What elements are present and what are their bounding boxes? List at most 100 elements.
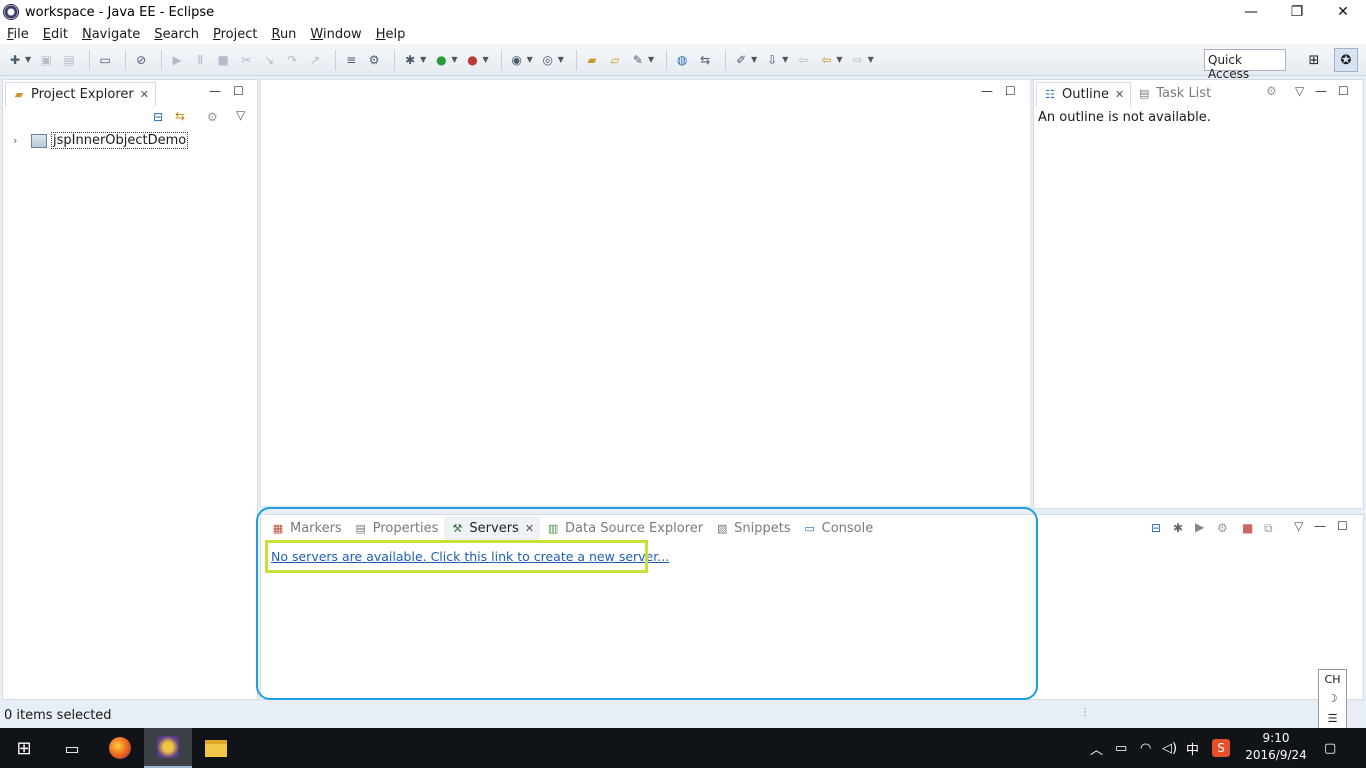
notifications-icon[interactable]: ▢ xyxy=(1324,728,1336,768)
tray-chevron-icon[interactable]: ︿ xyxy=(1090,728,1103,768)
close-button[interactable]: ✕ xyxy=(1320,0,1366,24)
open-console-icon[interactable]: ▭ xyxy=(96,51,114,69)
menu-window[interactable]: Window xyxy=(310,27,361,42)
start-server-icon[interactable]: ▶ xyxy=(1195,520,1204,534)
save-icon[interactable]: ▣ xyxy=(37,51,55,69)
sogou-icon[interactable]: S xyxy=(1212,728,1230,768)
new-icon[interactable]: ✚ xyxy=(6,51,24,69)
tab-outline[interactable]: ☷ Outline ✕ xyxy=(1036,82,1132,106)
prev-annotation-icon[interactable]: ⇩ xyxy=(763,51,781,69)
chevron-right-icon[interactable]: › xyxy=(13,134,25,147)
minimize-icon[interactable]: — xyxy=(981,84,993,98)
minimize-icon[interactable]: — xyxy=(1314,519,1326,533)
new-server-icon[interactable]: ◉ xyxy=(508,51,526,69)
minimize-icon[interactable]: — xyxy=(209,84,221,98)
open-type-icon[interactable]: ▱ xyxy=(606,51,624,69)
taskbar-eclipse[interactable] xyxy=(144,728,192,768)
step-return-icon[interactable]: ↗ xyxy=(306,51,324,69)
menu-run[interactable]: Run xyxy=(271,27,296,42)
ime-toolbar[interactable]: CH ☽ ☰ xyxy=(1318,669,1347,729)
step-into-icon[interactable]: ↘ xyxy=(260,51,278,69)
web-browser-icon[interactable]: ◍ xyxy=(673,51,691,69)
tab-task-list[interactable]: ▤ Task List xyxy=(1131,81,1217,105)
java-ee-perspective-icon[interactable]: ✪ xyxy=(1334,48,1358,72)
close-icon[interactable]: ✕ xyxy=(1115,88,1124,101)
open-perspective-icon[interactable]: ⊞ xyxy=(1302,48,1326,72)
view-menu-icon[interactable]: ▽ xyxy=(236,108,245,122)
server-icon[interactable]: ≡ xyxy=(342,51,360,69)
tab-project-explorer[interactable]: ▰ Project Explorer ✕ xyxy=(5,82,156,106)
minimize-button[interactable]: — xyxy=(1228,0,1274,24)
debug-icon[interactable]: ✱ xyxy=(401,51,419,69)
search-icon[interactable]: ✎ xyxy=(629,51,647,69)
taskbar-firefox[interactable] xyxy=(96,728,144,768)
link-with-editor-icon[interactable]: ⇆ xyxy=(175,109,185,123)
collapse-all-icon[interactable]: ⊟ xyxy=(1151,521,1161,535)
start-button[interactable]: ⊞ xyxy=(0,728,48,768)
resume-icon[interactable]: ▶ xyxy=(168,51,186,69)
maximize-icon[interactable]: ☐ xyxy=(1005,84,1016,98)
publish-server-icon[interactable]: ⧉ xyxy=(1264,521,1273,536)
volume-icon[interactable]: ◁) xyxy=(1162,728,1177,768)
terminate-icon[interactable]: ■ xyxy=(214,51,232,69)
new-java-class-icon[interactable]: ◎ xyxy=(539,51,557,69)
forward-dropdown-icon[interactable]: ▼ xyxy=(868,55,874,64)
search-dropdown-icon[interactable]: ▼ xyxy=(648,55,654,64)
battery-icon[interactable]: ▭ xyxy=(1115,728,1127,768)
run-icon[interactable]: ● xyxy=(432,51,450,69)
focus-icon[interactable]: ⚙ xyxy=(1266,84,1277,98)
annotation-icon[interactable]: ✐ xyxy=(732,51,750,69)
task-view-button[interactable]: ▭ xyxy=(48,728,96,768)
restore-button[interactable]: ❐ xyxy=(1274,0,1320,24)
publish-icon[interactable]: ⚙ xyxy=(365,51,383,69)
input-method-label[interactable]: 中 xyxy=(1186,728,1199,768)
editor-area[interactable]: — ☐ xyxy=(260,79,1031,507)
external-tools-icon[interactable]: ● xyxy=(463,51,481,69)
prev-annotation-dropdown-icon[interactable]: ▼ xyxy=(782,55,788,64)
run-dropdown-icon[interactable]: ▼ xyxy=(451,55,457,64)
maximize-icon[interactable]: ☐ xyxy=(1337,519,1348,533)
close-icon[interactable]: ✕ xyxy=(140,88,149,101)
disconnect-icon[interactable]: ✂ xyxy=(237,51,255,69)
debug-dropdown-icon[interactable]: ▼ xyxy=(420,55,426,64)
open-folder-icon[interactable]: ▰ xyxy=(583,51,601,69)
new-dropdown-icon[interactable]: ▼ xyxy=(25,55,31,64)
skip-breakpoints-icon[interactable]: ⊘ xyxy=(132,51,150,69)
ime-lang[interactable]: CH xyxy=(1325,673,1341,686)
save-all-icon[interactable]: ▤ xyxy=(60,51,78,69)
menu-edit[interactable]: Edit xyxy=(43,27,68,42)
stop-server-icon[interactable]: ■ xyxy=(1242,521,1253,535)
filter-icon[interactable]: ⚙ xyxy=(207,110,218,124)
view-menu-icon[interactable]: ▽ xyxy=(1295,84,1304,98)
new-server-dropdown-icon[interactable]: ▼ xyxy=(527,55,533,64)
last-edit-icon[interactable]: ⇦ xyxy=(794,51,812,69)
minimize-icon[interactable]: — xyxy=(1315,84,1327,98)
back-dropdown-icon[interactable]: ▼ xyxy=(836,55,842,64)
menu-help[interactable]: Help xyxy=(376,27,406,42)
debug-server-icon[interactable]: ✱ xyxy=(1173,521,1183,535)
annotation-dropdown-icon[interactable]: ▼ xyxy=(751,55,757,64)
view-menu-icon[interactable]: ▽ xyxy=(1294,519,1303,533)
menu-file[interactable]: File xyxy=(7,27,29,42)
moon-icon[interactable]: ☽ xyxy=(1328,692,1338,705)
suspend-icon[interactable]: Ⅱ xyxy=(191,51,209,69)
menu-navigate[interactable]: Navigate xyxy=(82,27,140,42)
back-icon[interactable]: ⇦ xyxy=(817,51,835,69)
menu-search[interactable]: Search xyxy=(154,27,199,42)
quick-access-input[interactable]: Quick Access xyxy=(1204,49,1286,81)
step-over-icon[interactable]: ↷ xyxy=(283,51,301,69)
menu-project[interactable]: Project xyxy=(213,27,258,42)
menu-icon[interactable]: ☰ xyxy=(1328,712,1338,725)
external-tools-dropdown-icon[interactable]: ▼ xyxy=(482,55,488,64)
maximize-icon[interactable]: ☐ xyxy=(233,84,244,98)
forward-icon[interactable]: ⇨ xyxy=(849,51,867,69)
tree-item-project[interactable]: › jspInnerObjectDemo xyxy=(13,132,189,149)
wifi-icon[interactable]: ◠ xyxy=(1140,728,1151,768)
taskbar-file-explorer[interactable] xyxy=(192,728,240,768)
new-class-dropdown-icon[interactable]: ▼ xyxy=(558,55,564,64)
maximize-icon[interactable]: ☐ xyxy=(1338,84,1349,98)
sync-icon[interactable]: ⇆ xyxy=(696,51,714,69)
clock[interactable]: 9:10 2016/9/24 xyxy=(1244,730,1308,764)
profile-server-icon[interactable]: ⚙ xyxy=(1217,521,1228,535)
collapse-all-icon[interactable]: ⊟ xyxy=(153,110,163,124)
